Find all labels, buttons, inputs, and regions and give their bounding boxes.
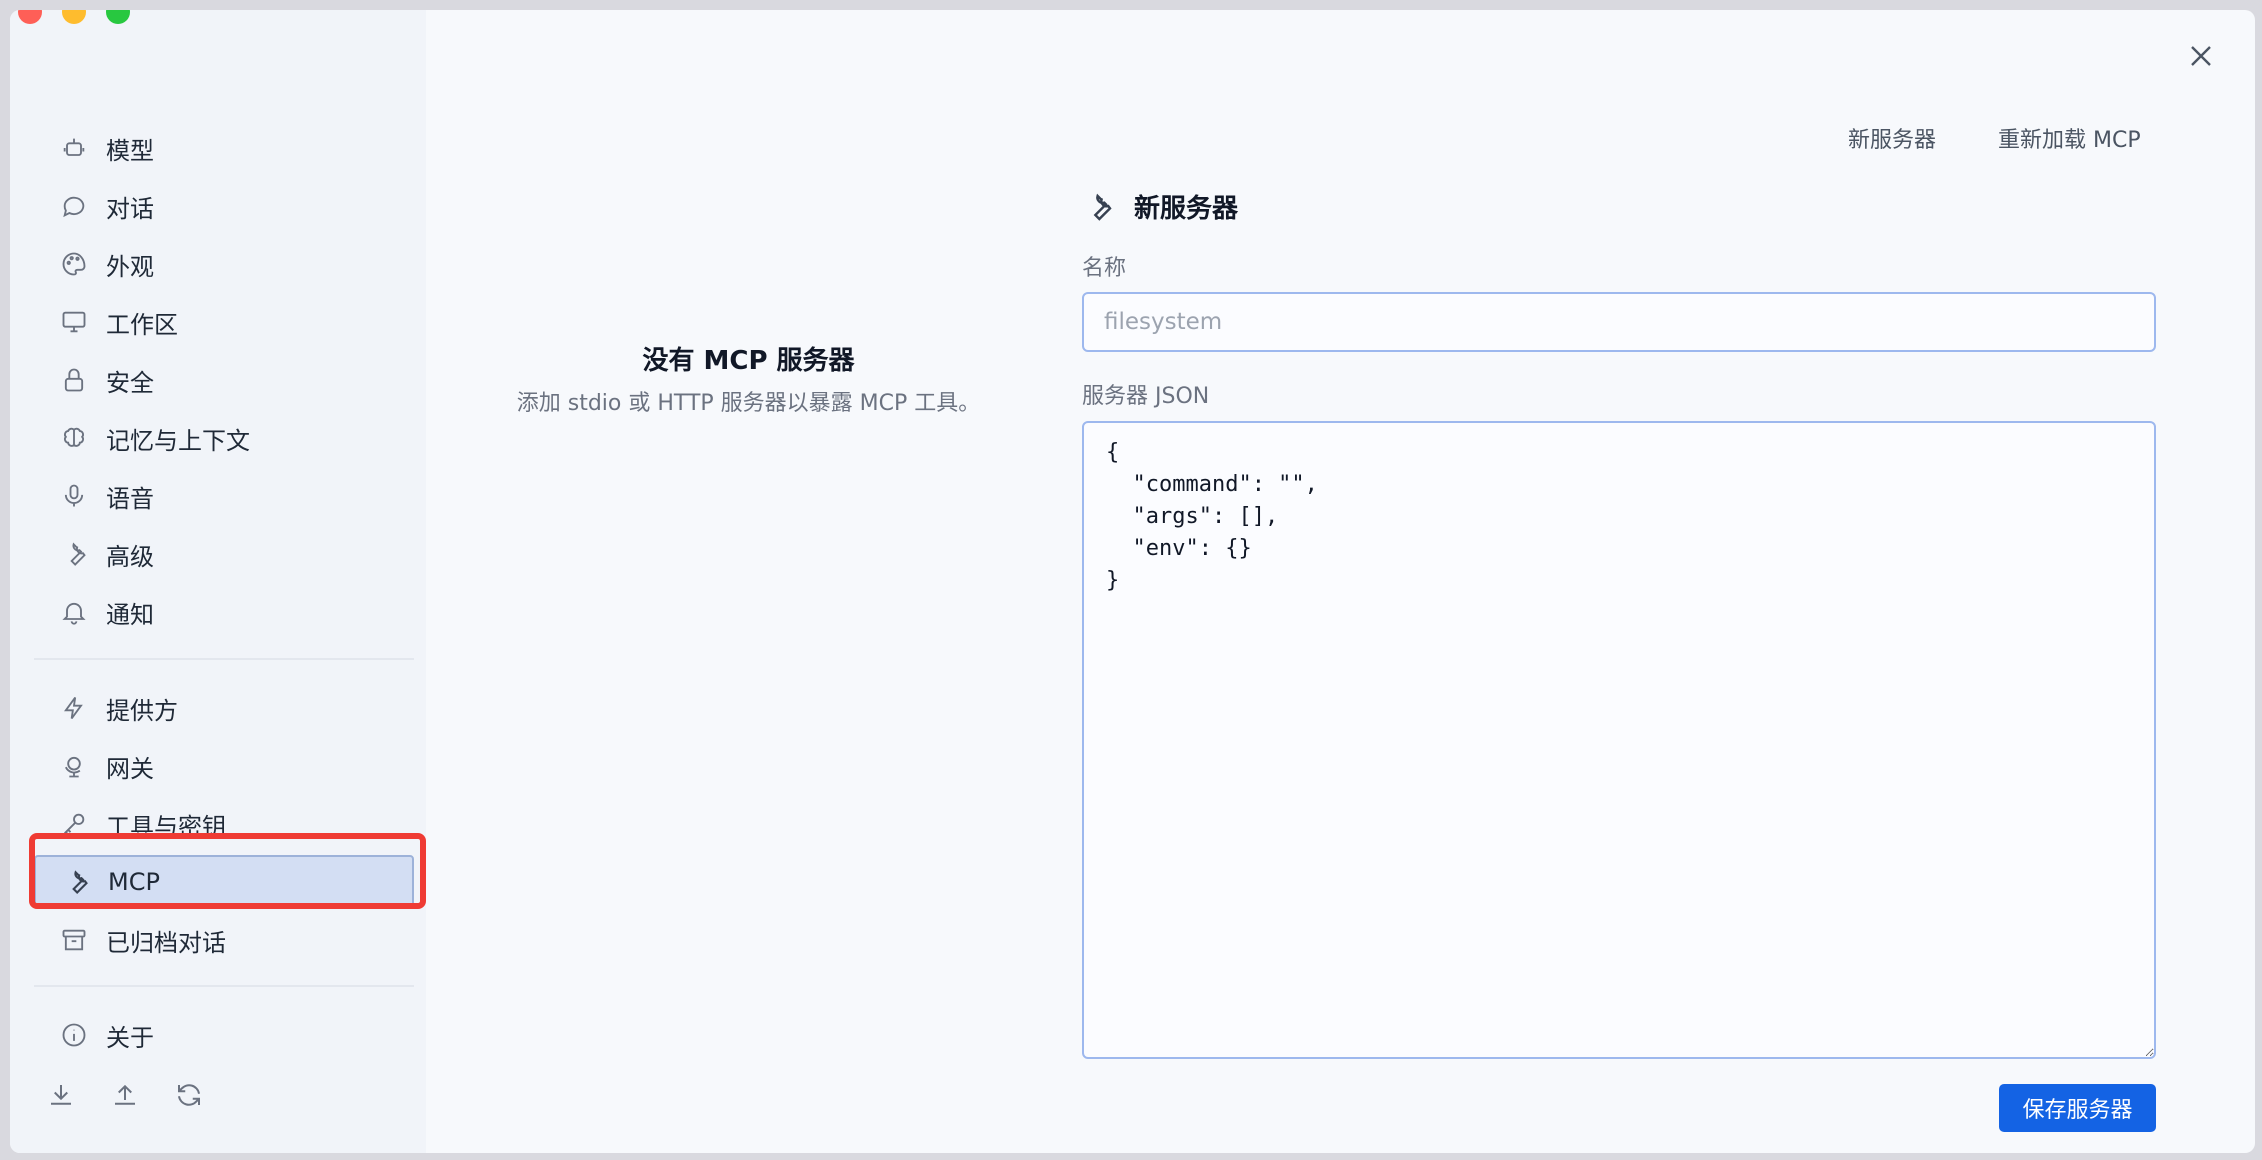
sidebar-item-label: 通知	[106, 600, 154, 629]
zoom-window-button[interactable]	[106, 10, 130, 24]
wrench-icon	[1093, 193, 1112, 221]
server-name-input[interactable]	[1082, 292, 2156, 352]
sidebar-item-label: 安全	[106, 368, 154, 397]
sidebar-item-models[interactable]: 模型	[34, 121, 414, 175]
download-icon[interactable]	[46, 1080, 76, 1110]
globe-stand-icon	[64, 756, 81, 778]
archive-icon	[62, 929, 86, 951]
empty-state-title: 没有 MCP 服务器	[642, 346, 855, 376]
sidebar-bottom-actions	[46, 1080, 204, 1110]
sidebar-item-advanced[interactable]: 高级	[34, 527, 414, 581]
sidebar-item-providers[interactable]: 提供方	[34, 681, 414, 735]
sidebar-item-notifications[interactable]: 通知	[34, 585, 414, 639]
sidebar-item-label: 记忆与上下文	[106, 426, 250, 455]
sidebar-item-label: 外观	[106, 252, 154, 281]
sidebar-item-about[interactable]: 关于	[34, 1008, 414, 1062]
sidebar-divider	[34, 658, 414, 660]
sidebar-item-label: 工作区	[106, 310, 178, 339]
sidebar-item-appearance[interactable]: 外观	[34, 237, 414, 291]
close-window-button[interactable]	[18, 10, 42, 24]
refresh-icon[interactable]	[174, 1080, 204, 1110]
settings-sidebar: 模型 对话 外观 工作区 安全 记忆与上下文 语音 高级 通知 提供方 网关 工…	[10, 10, 426, 1153]
sidebar-item-label: 高级	[106, 542, 154, 571]
form-title: 新服务器	[1134, 194, 1239, 224]
sidebar-item-label: 网关	[106, 754, 154, 783]
reload-mcp-button[interactable]: 重新加载 MCP	[1998, 122, 2141, 154]
json-label: 服务器 JSON	[1082, 384, 1210, 409]
lock-icon	[64, 368, 84, 392]
info-icon	[62, 1023, 86, 1047]
sidebar-divider	[34, 985, 414, 987]
bell-icon	[62, 602, 86, 625]
save-server-button[interactable]: 保存服务器	[1999, 1084, 2156, 1132]
sidebar-item-workspace[interactable]: 工作区	[34, 295, 414, 349]
lightning-icon	[64, 696, 83, 720]
bot-icon	[63, 138, 85, 156]
sidebar-item-label: 已归档对话	[106, 928, 226, 957]
minimize-window-button[interactable]	[62, 10, 86, 24]
sidebar-item-archived[interactable]: 已归档对话	[34, 913, 414, 967]
sidebar-item-memory[interactable]: 记忆与上下文	[34, 411, 414, 465]
upload-icon[interactable]	[110, 1080, 140, 1110]
sidebar-item-label: 关于	[106, 1023, 154, 1052]
form-header: 新服务器	[1082, 188, 1238, 225]
sidebar-item-label: 对话	[106, 194, 154, 223]
empty-state-description: 添加 stdio 或 HTTP 服务器以暴露 MCP 工具。	[516, 391, 981, 416]
sidebar-item-conversation[interactable]: 对话	[34, 179, 414, 233]
sidebar-item-label: 模型	[106, 136, 154, 165]
window-controls	[18, 10, 130, 24]
brain-icon	[64, 427, 84, 447]
close-settings-button[interactable]	[2183, 38, 2219, 74]
annotation-highlight-box	[29, 833, 426, 909]
new-server-button[interactable]: 新服务器	[1848, 122, 1936, 154]
sidebar-item-voice[interactable]: 语音	[34, 469, 414, 523]
palette-icon	[62, 252, 86, 276]
close-icon	[2191, 46, 2211, 66]
sidebar-item-label: 语音	[106, 484, 154, 513]
sidebar-item-gateway[interactable]: 网关	[34, 739, 414, 793]
settings-window: 模型 对话 外观 工作区 安全 记忆与上下文 语音 高级 通知 提供方 网关 工…	[10, 10, 2255, 1153]
server-json-editor[interactable]: { "command": "", "args": [], "env": {} }	[1082, 421, 2156, 1059]
name-label: 名称	[1082, 256, 1127, 281]
sidebar-item-label: 提供方	[106, 696, 178, 725]
microphone-icon	[64, 484, 84, 507]
monitor-icon	[62, 311, 86, 333]
sidebar-item-security[interactable]: 安全	[34, 353, 414, 407]
wrench-icon	[70, 542, 86, 566]
chat-bubble-icon	[63, 196, 85, 218]
